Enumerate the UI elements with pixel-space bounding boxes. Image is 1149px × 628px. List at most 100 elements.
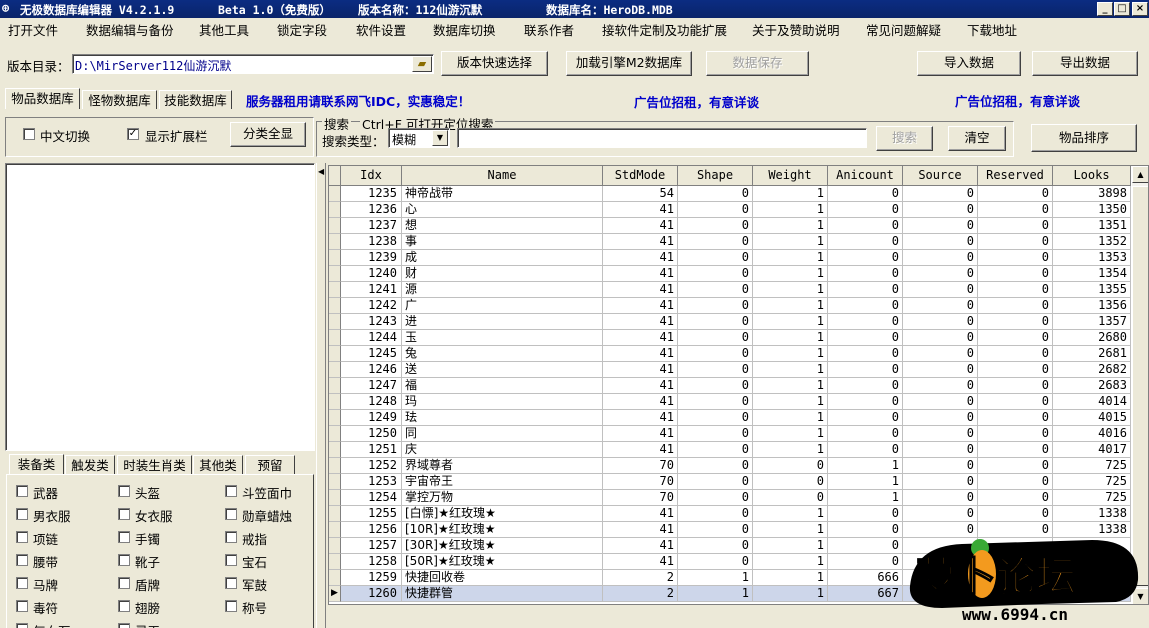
table-cell[interactable]: 掌控万物	[402, 490, 603, 506]
table-cell[interactable]: 1247	[341, 378, 402, 394]
table-cell[interactable]: 0	[828, 298, 903, 314]
item-sort-button[interactable]: 物品排序	[1031, 124, 1137, 152]
table-cell[interactable]: 54	[603, 186, 678, 202]
category-checkbox[interactable]	[118, 554, 130, 566]
table-cell[interactable]: 0	[678, 506, 753, 522]
cat-tab-equipment[interactable]: 装备类	[9, 454, 64, 474]
category-checkbox[interactable]	[225, 531, 237, 543]
table-cell[interactable]: 玛	[402, 394, 603, 410]
save-button[interactable]: 数据保存	[706, 51, 809, 76]
table-cell[interactable]: 0	[678, 554, 753, 570]
table-cell[interactable]: 725	[1053, 458, 1131, 474]
table-cell[interactable]: 41	[603, 282, 678, 298]
category-checkbox[interactable]	[225, 577, 237, 589]
table-cell[interactable]: 广	[402, 298, 603, 314]
table-cell[interactable]: 4017	[1053, 442, 1131, 458]
menu-db-switch[interactable]: 数据库切换	[433, 20, 496, 39]
load-m2-button[interactable]: 加载引擎M2数据库	[566, 51, 692, 76]
close-button[interactable]: ×	[1132, 2, 1148, 16]
table-cell[interactable]: 41	[603, 266, 678, 282]
table-cell[interactable]: 0	[678, 362, 753, 378]
table-cell[interactable]: 725	[1053, 490, 1131, 506]
table-cell[interactable]: 0	[753, 458, 828, 474]
chinese-switch-checkbox[interactable]	[23, 128, 35, 140]
table-cell[interactable]: 0	[753, 474, 828, 490]
maximize-button[interactable]: □	[1114, 2, 1130, 16]
table-cell[interactable]: 0	[678, 442, 753, 458]
table-cell[interactable]: 送	[402, 362, 603, 378]
table-cell[interactable]: 41	[603, 362, 678, 378]
table-cell[interactable]: 70	[603, 474, 678, 490]
table-row[interactable]: 1255 [白慓]★红玫瑰★ 41 0 1 0 0 0 1338	[329, 506, 1132, 522]
menu-lock-fields[interactable]: 锁定字段	[277, 20, 327, 39]
row-indicator[interactable]	[329, 474, 341, 490]
table-cell[interactable]: 0	[903, 490, 978, 506]
cat-tab-fashion[interactable]: 时装生肖类	[117, 455, 192, 474]
table-cell[interactable]: 0	[828, 554, 903, 570]
table-cell[interactable]: 0	[678, 410, 753, 426]
menu-other-tools[interactable]: 其他工具	[199, 20, 249, 39]
category-checkbox[interactable]	[118, 623, 130, 628]
tab-monster-db[interactable]: 怪物数据库	[82, 90, 157, 109]
table-cell[interactable]: 0	[903, 330, 978, 346]
table-cell[interactable]: 1	[753, 202, 828, 218]
table-cell[interactable]: 0	[678, 250, 753, 266]
table-row[interactable]: 1242 广 41 0 1 0 0 0 1356	[329, 298, 1132, 314]
table-cell[interactable]: 1235	[341, 186, 402, 202]
table-cell[interactable]: 心	[402, 202, 603, 218]
table-cell[interactable]: 成	[402, 250, 603, 266]
row-indicator[interactable]	[329, 570, 341, 586]
table-row[interactable]: 1241 源 41 0 1 0 0 0 1355	[329, 282, 1132, 298]
table-row[interactable]: 1238 事 41 0 1 0 0 0 1352	[329, 234, 1132, 250]
table-cell[interactable]: 1	[753, 522, 828, 538]
table-row[interactable]: 1251 庆 41 0 1 0 0 0 4017	[329, 442, 1132, 458]
table-cell[interactable]: 1	[753, 362, 828, 378]
table-cell[interactable]: 1357	[1053, 314, 1131, 330]
table-cell[interactable]: 财	[402, 266, 603, 282]
category-checkbox[interactable]	[16, 531, 28, 543]
row-indicator[interactable]	[329, 250, 341, 266]
table-cell[interactable]: 0	[828, 378, 903, 394]
row-indicator[interactable]	[329, 522, 341, 538]
table-cell[interactable]: 41	[603, 346, 678, 362]
row-indicator[interactable]	[329, 490, 341, 506]
folder-icon[interactable]: ▰	[412, 56, 432, 72]
table-cell[interactable]: 1351	[1053, 218, 1131, 234]
table-cell[interactable]: 0	[978, 442, 1053, 458]
table-cell[interactable]: 1	[753, 250, 828, 266]
table-cell[interactable]: 2683	[1053, 378, 1131, 394]
table-row[interactable]: 1244 玉 41 0 1 0 0 0 2680	[329, 330, 1132, 346]
table-cell[interactable]: 宇宙帝王	[402, 474, 603, 490]
table-row[interactable]: 1237 想 41 0 1 0 0 0 1351	[329, 218, 1132, 234]
table-cell[interactable]: 41	[603, 250, 678, 266]
table-cell[interactable]: 41	[603, 314, 678, 330]
table-cell[interactable]: 0	[678, 186, 753, 202]
table-cell[interactable]: 0	[828, 522, 903, 538]
category-checkbox[interactable]	[16, 623, 28, 628]
table-cell[interactable]: 0	[903, 378, 978, 394]
table-cell[interactable]: 0	[978, 490, 1053, 506]
table-cell[interactable]: 1	[753, 266, 828, 282]
table-cell[interactable]: 41	[603, 410, 678, 426]
table-cell[interactable]: 进	[402, 314, 603, 330]
table-cell[interactable]: 0	[978, 282, 1053, 298]
table-cell[interactable]: 源	[402, 282, 603, 298]
export-button[interactable]: 导出数据	[1032, 51, 1138, 76]
table-cell[interactable]: 1	[828, 474, 903, 490]
table-cell[interactable]: 0	[903, 202, 978, 218]
table-cell[interactable]: 41	[603, 234, 678, 250]
table-cell[interactable]: 界域尊者	[402, 458, 603, 474]
row-indicator[interactable]	[329, 266, 341, 282]
table-cell[interactable]: 1	[678, 570, 753, 586]
menu-data-edit-backup[interactable]: 数据编辑与备份	[86, 20, 174, 39]
table-cell[interactable]: 0	[978, 266, 1053, 282]
table-row[interactable]: 1243 进 41 0 1 0 0 0 1357	[329, 314, 1132, 330]
table-cell[interactable]: 41	[603, 522, 678, 538]
table-cell[interactable]: 1	[753, 346, 828, 362]
table-cell[interactable]: 0	[903, 506, 978, 522]
menu-open-file[interactable]: 打开文件	[8, 20, 58, 39]
table-cell[interactable]: 0	[828, 506, 903, 522]
table-row[interactable]: 1246 送 41 0 1 0 0 0 2682	[329, 362, 1132, 378]
table-cell[interactable]: 2682	[1053, 362, 1131, 378]
category-checkbox[interactable]	[16, 508, 28, 520]
